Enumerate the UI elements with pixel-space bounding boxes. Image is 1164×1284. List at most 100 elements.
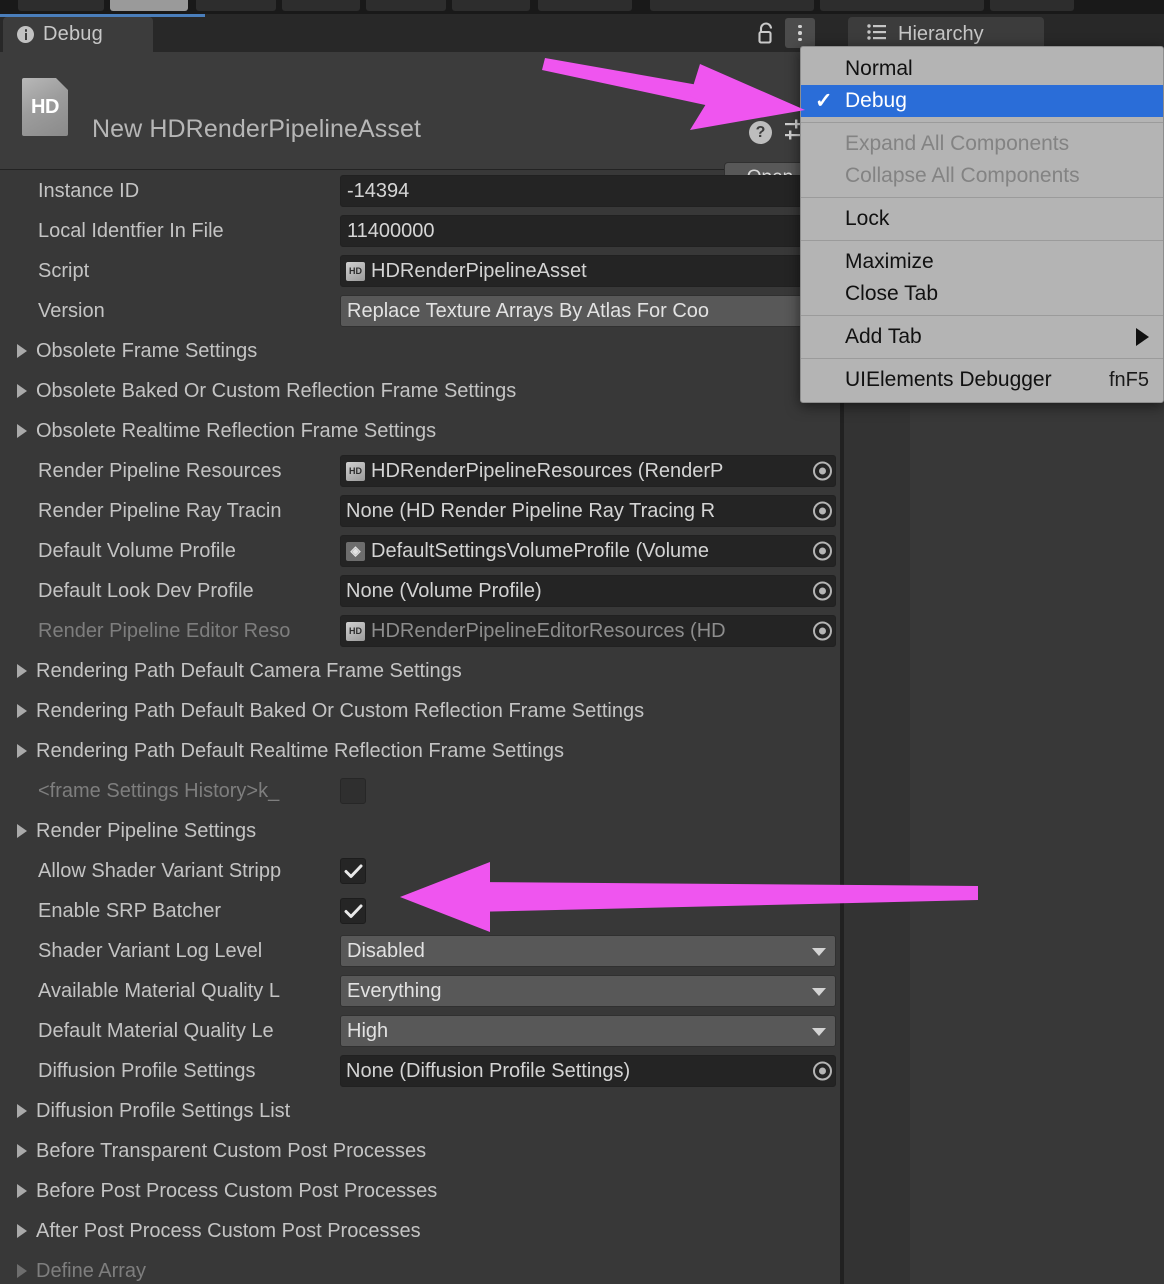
chevron-right-icon: [17, 664, 27, 678]
chevron-right-icon: [17, 1264, 27, 1278]
toolbar-segment-10[interactable]: [990, 0, 1074, 11]
row-diffusion-profile-settings: Diffusion Profile Settings None (Diffusi…: [0, 1051, 840, 1091]
chevron-right-icon: [17, 424, 27, 438]
property-label: Default Volume Profile: [38, 531, 338, 571]
property-label: Default Material Quality Le: [38, 1011, 338, 1051]
foldout-diffusion-profile-settings-list[interactable]: Diffusion Profile Settings List: [0, 1091, 840, 1131]
foldout-label: Obsolete Baked Or Custom Reflection Fram…: [36, 380, 516, 403]
hierarchy-tab-label: Hierarchy: [898, 23, 984, 46]
object-value: None (HD Render Pipeline Ray Tracing R: [346, 500, 715, 523]
script-value: HDRenderPipelineAsset: [371, 260, 587, 283]
inspector-context-menu[interactable]: Normal ✓ Debug Expand All Components Col…: [800, 46, 1164, 403]
info-icon: [17, 26, 34, 43]
property-label: Allow Shader Variant Stripp: [38, 851, 338, 891]
property-label: Local Identfier In File: [38, 211, 338, 251]
foldout-rendering-path-realtime-reflection[interactable]: Rendering Path Default Realtime Reflecti…: [0, 731, 840, 771]
foldout-before-post-process-custom-post[interactable]: Before Post Process Custom Post Processe…: [0, 1171, 840, 1211]
menu-item-label: Lock: [845, 207, 889, 231]
toolbar-segment-8[interactable]: [650, 0, 814, 11]
foldout-label: Obsolete Frame Settings: [36, 340, 257, 363]
toolbar-segment-3[interactable]: [196, 0, 276, 11]
foldout-label: Rendering Path Default Baked Or Custom R…: [36, 700, 644, 723]
allow-shader-variant-stripping-checkbox[interactable]: [340, 858, 366, 884]
more-options-icon[interactable]: [785, 18, 815, 48]
toolbar-segment-9[interactable]: [820, 0, 984, 11]
available-material-quality-dropdown[interactable]: Everything: [340, 975, 836, 1007]
unlock-icon[interactable]: [753, 19, 779, 47]
toolbar-segment-1[interactable]: [18, 0, 104, 11]
toolbar-segment-6[interactable]: [452, 0, 530, 11]
menu-separator: [801, 197, 1163, 198]
object-picker-icon[interactable]: [813, 462, 832, 481]
property-label: Render Pipeline Editor Reso: [38, 611, 338, 651]
render-pipeline-resources-field[interactable]: HD HDRenderPipelineResources (RenderP: [340, 455, 836, 487]
help-icon[interactable]: ?: [749, 121, 772, 144]
foldout-rendering-path-camera[interactable]: Rendering Path Default Camera Frame Sett…: [0, 651, 840, 691]
menu-item-lock[interactable]: Lock: [801, 203, 1163, 235]
row-local-identifier: Local Identfier In File 11400000: [0, 211, 840, 251]
ray-tracing-resources-field[interactable]: None (HD Render Pipeline Ray Tracing R: [340, 495, 836, 527]
diffusion-profile-settings-field[interactable]: None (Diffusion Profile Settings): [340, 1055, 836, 1087]
row-render-pipeline-editor-resources: Render Pipeline Editor Reso HD HDRenderP…: [0, 611, 840, 651]
chevron-right-icon: [17, 1144, 27, 1158]
script-object-field[interactable]: HD HDRenderPipelineAsset: [340, 255, 836, 287]
menu-separator: [801, 315, 1163, 316]
foldout-render-pipeline-settings[interactable]: Render Pipeline Settings: [0, 811, 840, 851]
chevron-right-icon: [17, 344, 27, 358]
tab-debug-inspector[interactable]: Debug: [3, 17, 153, 52]
foldout-obsolete-baked-reflection[interactable]: Obsolete Baked Or Custom Reflection Fram…: [0, 371, 840, 411]
chevron-down-icon: [812, 948, 826, 956]
local-identifier-field[interactable]: 11400000: [340, 215, 836, 247]
default-volume-profile-field[interactable]: ◈ DefaultSettingsVolumeProfile (Volume: [340, 535, 836, 567]
object-picker-icon[interactable]: [813, 1062, 832, 1081]
foldout-after-post-process-custom-post[interactable]: After Post Process Custom Post Processes: [0, 1211, 840, 1251]
default-look-dev-profile-field[interactable]: None (Volume Profile): [340, 575, 836, 607]
object-picker-icon[interactable]: [813, 542, 832, 561]
foldout-define-array: Define Array: [0, 1251, 840, 1284]
inspector-window: Debug HD New HDRenderPi: [0, 14, 840, 1284]
foldout-rendering-path-baked-reflection[interactable]: Rendering Path Default Baked Or Custom R…: [0, 691, 840, 731]
toolbar-segment-7[interactable]: [538, 0, 632, 11]
inspector-tab-label: Debug: [43, 23, 103, 46]
object-value: HDRenderPipelineEditorResources (HD: [371, 620, 726, 643]
row-ray-tracing-resources: Render Pipeline Ray Tracin None (HD Rend…: [0, 491, 840, 531]
toolbar-segment-5[interactable]: [366, 0, 446, 11]
foldout-obsolete-frame-settings[interactable]: Obsolete Frame Settings: [0, 331, 840, 371]
foldout-label: Obsolete Realtime Reflection Frame Setti…: [36, 420, 436, 443]
property-label: Enable SRP Batcher: [38, 891, 338, 931]
foldout-label: Rendering Path Default Realtime Reflecti…: [36, 740, 564, 763]
property-label: Script: [38, 251, 338, 291]
asset-title: New HDRenderPipelineAsset: [92, 115, 421, 144]
menu-separator: [801, 122, 1163, 123]
object-picker-icon: [813, 622, 832, 641]
menu-item-add-tab[interactable]: Add Tab: [801, 321, 1163, 353]
foldout-before-transparent-custom-post[interactable]: Before Transparent Custom Post Processes: [0, 1131, 840, 1171]
menu-item-label: Expand All Components: [845, 132, 1069, 156]
toolbar-segment-4[interactable]: [282, 0, 360, 11]
row-shader-variant-log-level: Shader Variant Log Level Disabled: [0, 931, 840, 971]
row-enable-srp-batcher: Enable SRP Batcher: [0, 891, 840, 931]
object-picker-icon[interactable]: [813, 502, 832, 521]
hd-asset-icon: HD: [22, 78, 68, 136]
menu-item-close-tab[interactable]: Close Tab: [801, 278, 1163, 310]
menu-item-debug[interactable]: ✓ Debug: [801, 85, 1163, 117]
shader-variant-log-level-dropdown[interactable]: Disabled: [340, 935, 836, 967]
hd-resource-icon: HD: [346, 462, 365, 481]
toolbar-segment-2-active[interactable]: [110, 0, 188, 11]
menu-item-uielements-debugger[interactable]: UIElements Debugger fnF5: [801, 364, 1163, 396]
kebab-dot: [798, 38, 802, 42]
menu-item-normal[interactable]: Normal: [801, 53, 1163, 85]
chevron-right-icon: [17, 1104, 27, 1118]
chevron-right-icon: [17, 704, 27, 718]
foldout-obsolete-realtime-reflection[interactable]: Obsolete Realtime Reflection Frame Setti…: [0, 411, 840, 451]
enable-srp-batcher-checkbox[interactable]: [340, 898, 366, 924]
default-material-quality-dropdown[interactable]: High: [340, 1015, 836, 1047]
hd-resource-icon: HD: [346, 622, 365, 641]
object-picker-icon[interactable]: [813, 582, 832, 601]
instance-id-field[interactable]: -14394: [340, 175, 836, 207]
menu-item-maximize[interactable]: Maximize: [801, 246, 1163, 278]
version-popup-field[interactable]: Replace Texture Arrays By Atlas For Coo: [340, 295, 836, 327]
property-label: <frame Settings History>k_: [38, 771, 338, 811]
menu-item-label: Close Tab: [845, 282, 938, 306]
asset-header: HD New HDRenderPipelineAsset ? Open: [0, 52, 840, 170]
